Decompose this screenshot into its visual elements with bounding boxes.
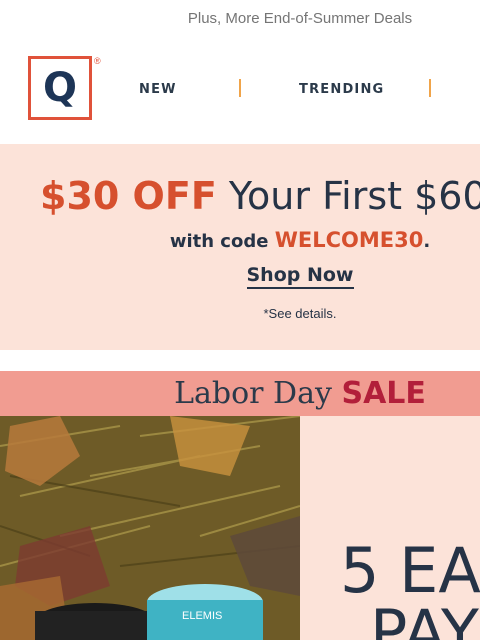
brand-logo[interactable]: Q bbox=[28, 56, 92, 120]
trademark-symbol: ® bbox=[94, 56, 101, 66]
promo-code-line: with code WELCOME30. bbox=[0, 228, 480, 252]
promo-banner: $30 OFF Your First $60+ O with code WELC… bbox=[0, 144, 480, 350]
hero-photo-illustration: ELEMIS bbox=[0, 416, 300, 640]
promo-code-prefix: with code bbox=[169, 231, 269, 252]
promo-offer-text: Your First $60+ O bbox=[228, 174, 480, 218]
shop-now-container: Shop Now bbox=[0, 264, 480, 289]
promo-code: WELCOME30 bbox=[274, 228, 424, 252]
nav-link-new[interactable]: NEW bbox=[139, 82, 177, 97]
header-nav: Q ® NEW TRENDING bbox=[0, 38, 480, 144]
promo-code-suffix: . bbox=[423, 231, 431, 252]
see-details-link[interactable]: *See details. bbox=[0, 306, 480, 321]
nav-divider bbox=[429, 79, 431, 97]
nav-link-trending[interactable]: TRENDING bbox=[299, 82, 384, 97]
promo-discount: $30 OFF bbox=[40, 174, 217, 218]
logo-letter: Q bbox=[42, 65, 77, 111]
labor-day-heading: Labor Day SALE bbox=[0, 371, 480, 416]
hero-text-panel[interactable]: 5 EA PAY bbox=[300, 416, 480, 640]
labor-day-sale: SALE bbox=[341, 376, 426, 411]
product-label: ELEMIS bbox=[182, 610, 222, 622]
promo-headline: $30 OFF Your First $60+ O bbox=[40, 174, 480, 218]
shop-now-link[interactable]: Shop Now bbox=[246, 264, 354, 289]
hero-product-image[interactable]: ELEMIS bbox=[0, 416, 300, 640]
labor-day-banner[interactable]: Labor Day SALE bbox=[0, 371, 480, 416]
nav-divider bbox=[239, 79, 241, 97]
labor-day-prefix: Labor Day bbox=[174, 376, 332, 411]
preheader-text: Plus, More End-of-Summer Deals bbox=[187, 10, 413, 27]
hero-headline-line2: PAY bbox=[370, 596, 479, 640]
